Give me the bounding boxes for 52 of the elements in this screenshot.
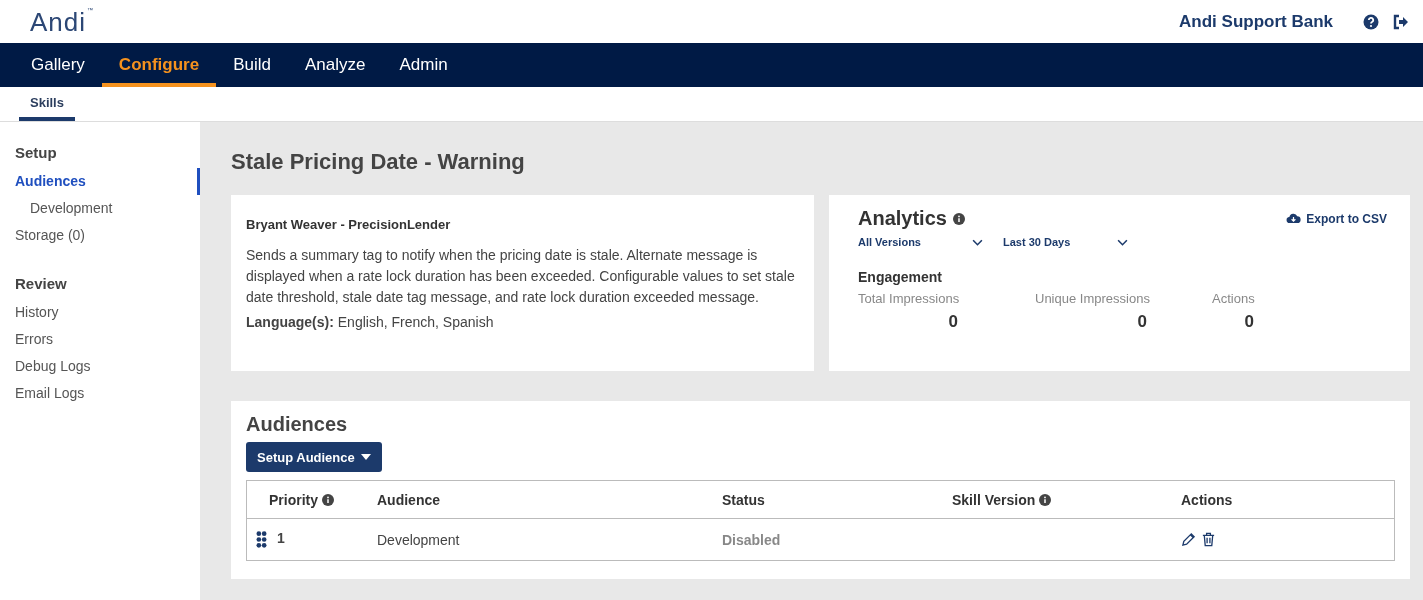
export-csv-link[interactable]: Export to CSV xyxy=(1286,211,1387,226)
sidebar-heading: Review xyxy=(14,275,68,292)
metric-value: 0 xyxy=(1243,312,1254,332)
nav-tab[interactable]: Configure xyxy=(101,43,217,87)
filter-dropdown[interactable]: Last 30 Days xyxy=(1003,236,1128,248)
status-text: Disabled xyxy=(722,531,781,548)
sidebar-item[interactable]: Debug Logs xyxy=(0,353,200,380)
drag-handle-icon[interactable] xyxy=(256,531,267,548)
skill-author: Bryant Weaver - PrecisionLender xyxy=(246,217,452,232)
info-icon[interactable] xyxy=(322,493,334,506)
skill-description: Sends a summary tag to notify when the pricing date is stale. Alternate message is displayed when a rate lock duration has been exceeded. Configurable values to set stale date threshold, stale date tag message, and rate lock duration exceeded message. xyxy=(246,246,796,307)
metric-label: Actions xyxy=(1212,291,1256,306)
table-cell: Development xyxy=(377,531,460,548)
section-heading: Engagement xyxy=(858,269,943,285)
nav-tab[interactable]: Admin xyxy=(382,43,465,87)
column-header: Status xyxy=(722,491,765,508)
sidebar-item[interactable]: Email Logs xyxy=(0,380,200,407)
logout-icon[interactable] xyxy=(1393,13,1409,30)
edit-icon[interactable] xyxy=(1181,532,1196,547)
sidebar-item[interactable]: History xyxy=(0,299,200,326)
column-header: Audience xyxy=(377,491,440,508)
andi-logo: Andi$^{™}$ xyxy=(30,7,95,38)
metric-label: Unique Impressions xyxy=(1035,291,1151,306)
filter-dropdown[interactable]: All Versions xyxy=(858,236,983,248)
chevron-down-icon xyxy=(972,238,983,246)
column-header: Skill Version xyxy=(952,491,1036,508)
setup-audience-button[interactable]: Setup Audience xyxy=(246,442,382,472)
metric-value: 0 xyxy=(1136,312,1147,332)
cloud-download-icon xyxy=(1286,213,1302,224)
skill-languages: Language(s): English, French, Spanish xyxy=(246,314,495,330)
analytics-title: Analytics xyxy=(858,207,947,230)
info-icon[interactable] xyxy=(952,212,965,225)
organization-name: Andi Support Bank xyxy=(1179,11,1333,32)
section-title: Audiences xyxy=(246,413,349,436)
sidebar-item[interactable]: Errors xyxy=(0,326,200,353)
help-icon[interactable] xyxy=(1363,13,1379,30)
trash-icon[interactable] xyxy=(1201,532,1216,547)
metric-value: 0 xyxy=(947,312,958,332)
nav-tab[interactable]: Gallery xyxy=(14,43,102,87)
nav-tab[interactable]: Analyze xyxy=(287,43,383,87)
caret-down-icon xyxy=(360,454,371,460)
sidebar-item[interactable]: Development xyxy=(0,195,200,222)
chevron-down-icon xyxy=(1117,238,1128,246)
info-icon[interactable] xyxy=(1039,493,1052,506)
table-cell: 1 xyxy=(277,529,285,546)
sidebar-heading: Setup xyxy=(14,144,58,161)
metric-label: Total Impressions xyxy=(858,291,961,306)
column-header: Actions xyxy=(1181,491,1233,508)
nav-tab[interactable]: Build xyxy=(216,43,288,87)
page-title: Stale Pricing Date - Warning xyxy=(231,149,526,175)
column-header: Priority xyxy=(269,491,318,508)
sidebar-item[interactable]: Storage (0) xyxy=(0,222,200,249)
